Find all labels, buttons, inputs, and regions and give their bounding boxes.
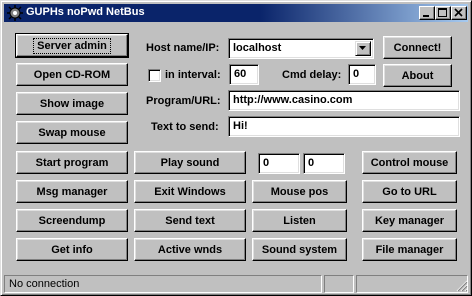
server-admin-button[interactable]: Server admin [15, 33, 129, 58]
active-wnds-button[interactable]: Active wnds [134, 238, 246, 261]
mouse-pos-button[interactable]: Mouse pos [252, 180, 347, 203]
file-manager-label: File manager [375, 243, 444, 256]
cmd-delay-label: Cmd delay: [282, 69, 342, 81]
exit-windows-button[interactable]: Exit Windows [134, 180, 246, 203]
size-grip-icon[interactable] [456, 280, 468, 292]
window-title: GUPHs noPwd NetBus [26, 6, 145, 18]
open-cdrom-label: Open CD-ROM [33, 68, 111, 81]
minimize-button[interactable] [419, 6, 435, 20]
key-manager-button[interactable]: Key manager [362, 209, 457, 232]
go-to-url-button[interactable]: Go to URL [362, 180, 457, 203]
netbus-window: GUPHs noPwd NetBus Server admin Open CD-… [0, 0, 472, 296]
mouse-x-value: 0 [263, 157, 270, 169]
send-text-button[interactable]: Send text [134, 209, 246, 232]
mouse-y-value: 0 [308, 157, 315, 169]
about-label: About [401, 69, 434, 82]
control-mouse-label: Control mouse [370, 156, 449, 169]
host-combobox[interactable]: localhost [228, 38, 374, 59]
file-manager-button[interactable]: File manager [362, 238, 457, 261]
close-button[interactable] [451, 6, 467, 20]
go-to-url-label: Go to URL [382, 185, 437, 198]
chevron-down-icon [359, 46, 366, 50]
program-url-input[interactable]: http://www.casino.com [228, 90, 460, 111]
sound-system-button[interactable]: Sound system [252, 238, 347, 261]
get-info-button[interactable]: Get info [16, 238, 128, 261]
status-text: No connection [9, 278, 80, 290]
screendump-label: Screendump [38, 214, 106, 227]
key-manager-label: Key manager [374, 214, 445, 227]
play-sound-label: Play sound [160, 156, 220, 169]
open-cdrom-button[interactable]: Open CD-ROM [16, 63, 128, 86]
about-button[interactable]: About [383, 64, 452, 87]
program-url-value: http://www.casino.com [233, 94, 353, 106]
show-image-label: Show image [39, 97, 105, 110]
text-to-send-value: Hi! [233, 120, 248, 132]
close-icon [454, 8, 463, 17]
sound-system-label: Sound system [261, 243, 338, 256]
maximize-icon [438, 8, 447, 17]
cmd-delay-value: 0 [353, 68, 360, 80]
interval-input[interactable]: 60 [229, 64, 259, 85]
interval-label: in interval: [165, 69, 221, 81]
host-dropdown-button[interactable] [355, 41, 371, 56]
swap-mouse-button[interactable]: Swap mouse [16, 121, 128, 144]
screendump-button[interactable]: Screendump [16, 209, 128, 232]
interval-checkbox[interactable] [148, 69, 161, 82]
status-panel-main: No connection [4, 275, 322, 293]
netbus-gear-icon[interactable] [7, 5, 23, 21]
maximize-button[interactable] [435, 6, 451, 20]
listen-label: Listen [283, 214, 316, 227]
mouse-y-input[interactable]: 0 [303, 153, 345, 174]
msg-manager-button[interactable]: Msg manager [16, 180, 128, 203]
play-sound-button[interactable]: Play sound [134, 151, 246, 174]
status-panel-3 [356, 275, 468, 293]
title-bar[interactable]: GUPHs noPwd NetBus [4, 4, 468, 22]
exit-windows-label: Exit Windows [154, 185, 226, 198]
minimize-icon [423, 15, 429, 17]
interval-value: 60 [234, 68, 247, 80]
control-mouse-button[interactable]: Control mouse [362, 151, 457, 174]
start-program-label: Start program [35, 156, 109, 169]
host-value: localhost [233, 42, 282, 54]
show-image-button[interactable]: Show image [16, 92, 128, 115]
server-admin-label: Server admin [33, 37, 111, 54]
connect-button[interactable]: Connect! [383, 36, 452, 59]
text-to-send-label: Text to send: [151, 121, 219, 133]
start-program-button[interactable]: Start program [16, 151, 128, 174]
mouse-pos-label: Mouse pos [270, 185, 329, 198]
text-to-send-input[interactable]: Hi! [228, 116, 460, 137]
send-text-label: Send text [165, 214, 215, 227]
program-url-label: Program/URL: [146, 95, 221, 107]
mouse-x-input[interactable]: 0 [258, 153, 300, 174]
listen-button[interactable]: Listen [252, 209, 347, 232]
host-label: Host name/IP: [146, 42, 220, 54]
msg-manager-label: Msg manager [36, 185, 108, 198]
status-panel-2 [324, 275, 354, 293]
connect-label: Connect! [393, 41, 442, 54]
active-wnds-label: Active wnds [157, 243, 223, 256]
cmd-delay-input[interactable]: 0 [348, 64, 376, 85]
swap-mouse-label: Swap mouse [38, 126, 106, 139]
get-info-label: Get info [51, 243, 93, 256]
